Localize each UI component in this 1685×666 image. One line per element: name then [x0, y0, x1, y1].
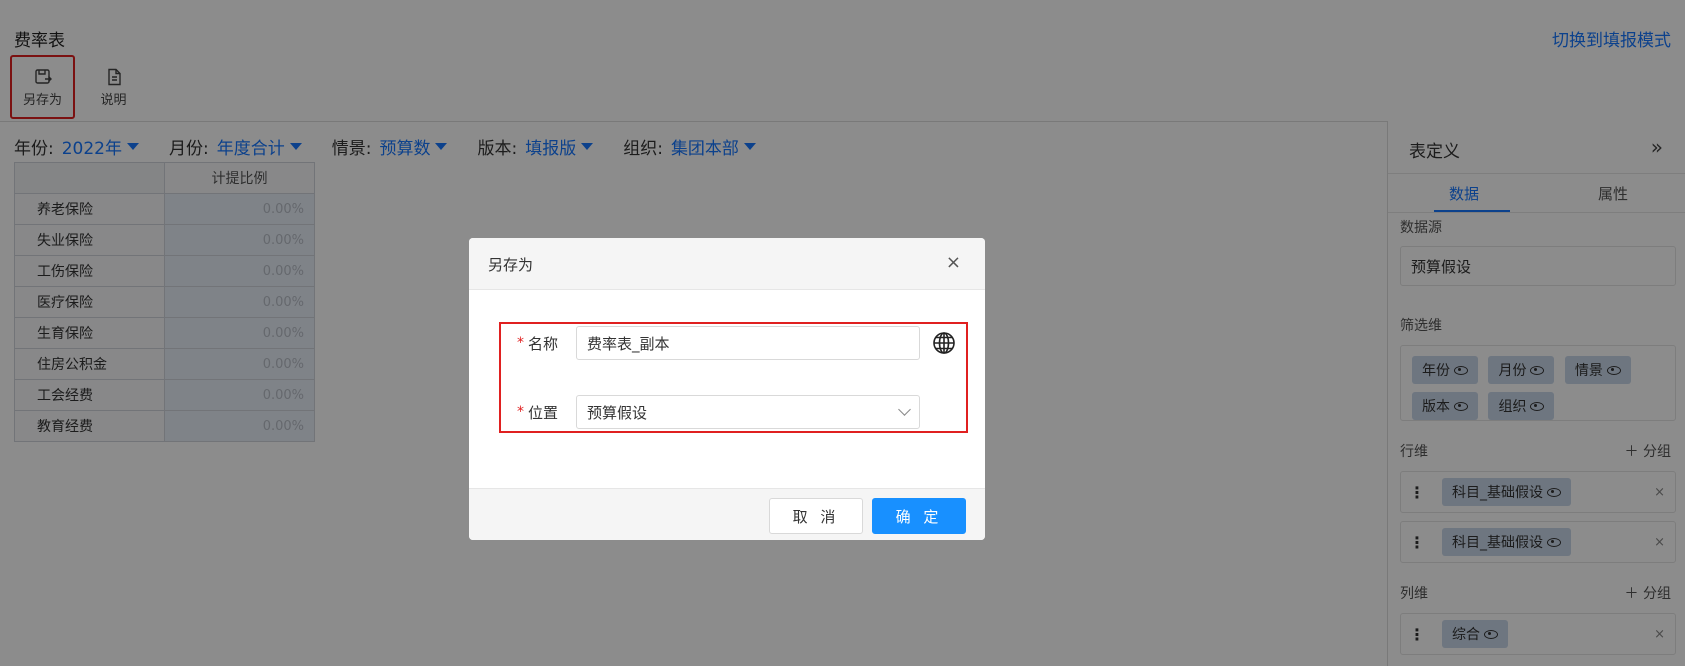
globe-icon[interactable]	[932, 331, 956, 355]
required-mark: *	[517, 404, 524, 420]
dialog-footer: 取 消 确 定	[469, 488, 985, 540]
form-highlight: * 名称 费率表_副本 * 位置 预算假设	[499, 322, 968, 433]
location-label: 位置	[528, 403, 559, 422]
name-label: 名称	[528, 334, 559, 353]
name-input[interactable]: 费率表_副本	[576, 326, 920, 360]
required-mark: *	[517, 335, 524, 351]
location-row: * 位置 预算假设	[501, 395, 920, 429]
save-as-dialog: 另存为 × * 名称 费率表_副本 * 位置 预算假设 取 消 确 定	[469, 238, 985, 540]
dialog-header: 另存为 ×	[469, 238, 985, 290]
chevron-down-icon	[898, 403, 911, 416]
location-value: 预算假设	[587, 403, 648, 422]
close-icon[interactable]: ×	[946, 252, 961, 273]
confirm-button[interactable]: 确 定	[872, 498, 966, 534]
location-select[interactable]: 预算假设	[576, 395, 920, 429]
cancel-button[interactable]: 取 消	[769, 498, 863, 534]
name-row: * 名称 费率表_副本	[501, 326, 956, 360]
dialog-title: 另存为	[488, 256, 534, 274]
